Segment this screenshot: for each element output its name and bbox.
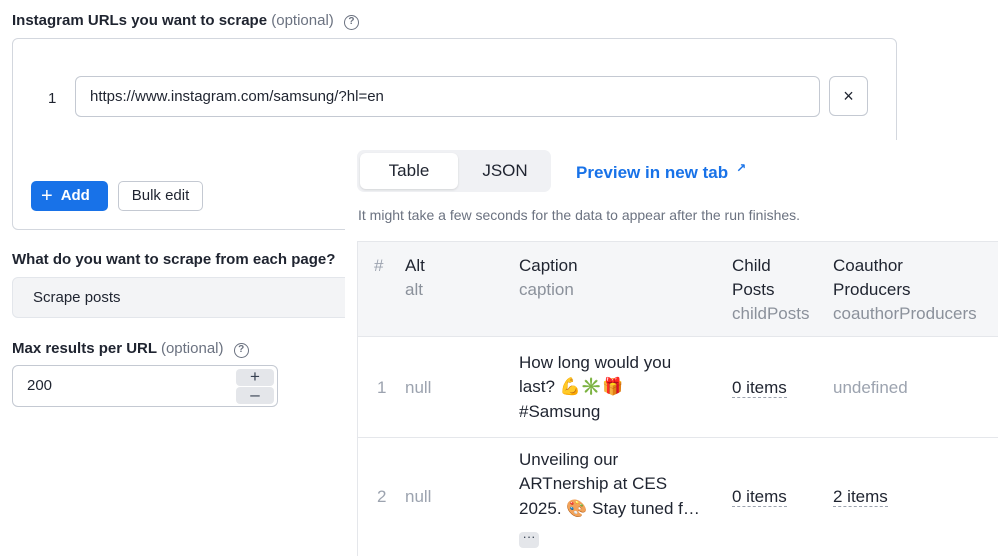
- caption-line: #Samsung: [519, 402, 601, 421]
- remove-url-button[interactable]: ×: [829, 76, 868, 116]
- tab-json[interactable]: JSON: [462, 153, 548, 189]
- column-key-child-posts: childPosts: [732, 304, 810, 323]
- column-header-number: #: [374, 256, 384, 275]
- preview-new-tab-link[interactable]: Preview in new tab ↗: [576, 161, 746, 183]
- add-url-button[interactable]: + Add: [31, 181, 108, 211]
- external-link-icon: ↗: [736, 161, 747, 175]
- decrement-button[interactable]: –: [236, 386, 274, 404]
- plus-icon: +: [41, 185, 53, 207]
- column-key-caption: caption: [519, 280, 574, 299]
- caption-line: 2025. 🎨 Stay tuned f…: [519, 499, 700, 518]
- results-table: # Alt alt Caption caption Child Posts ch…: [357, 241, 998, 556]
- row-number: 1: [377, 378, 387, 397]
- increment-button[interactable]: +: [236, 368, 274, 386]
- caption-line: Unveiling our: [519, 450, 619, 469]
- url-row-index: 1: [48, 90, 57, 107]
- caption-line: ARTnership at CES: [519, 474, 668, 493]
- child-posts-value[interactable]: 0 items: [732, 485, 787, 509]
- help-icon[interactable]: ?: [233, 343, 249, 358]
- column-header-coauthor-line2[interactable]: Producers: [833, 278, 910, 302]
- column-key-coauthor: coauthorProducers: [833, 304, 977, 323]
- column-header-child-posts-line1[interactable]: Child: [732, 254, 771, 278]
- optional-tag: (optional): [160, 340, 224, 357]
- optional-tag: (optional): [271, 12, 334, 29]
- column-header-alt[interactable]: Alt: [405, 254, 425, 278]
- scrape-type-label: What do you want to scrape from each pag…: [12, 251, 336, 268]
- output-panel: Table JSON Preview in new tab ↗ It might …: [345, 140, 998, 556]
- max-results-label: Max results per URL (optional) ?: [12, 340, 249, 358]
- column-key-alt: alt: [405, 280, 423, 299]
- caption-line: How long would you: [519, 353, 672, 372]
- scrape-type-select[interactable]: Scrape posts: [12, 277, 357, 318]
- row-number: 2: [377, 487, 387, 506]
- alt-value: null: [405, 487, 432, 506]
- coauthor-value[interactable]: 2 items: [833, 485, 888, 509]
- url-input[interactable]: https://www.instagram.com/samsung/?hl=en: [75, 76, 820, 117]
- alt-value: null: [405, 378, 432, 397]
- view-tabs: Table JSON: [357, 150, 551, 192]
- column-header-caption[interactable]: Caption: [519, 254, 578, 278]
- column-header-coauthor-line1[interactable]: Coauthor: [833, 254, 903, 278]
- table-header: # Alt alt Caption caption Child Posts ch…: [358, 242, 998, 337]
- help-icon[interactable]: ?: [343, 15, 359, 30]
- caption-line: last? 💪✳️🎁: [519, 377, 624, 396]
- run-hint: It might take a few seconds for the data…: [358, 207, 801, 223]
- show-more-button[interactable]: ···: [519, 524, 539, 548]
- urls-label: Instagram URLs you want to scrape (optio…: [12, 12, 359, 30]
- child-posts-value[interactable]: 0 items: [732, 376, 787, 400]
- column-header-child-posts-line2[interactable]: Posts: [732, 278, 775, 302]
- bulk-edit-button[interactable]: Bulk edit: [118, 181, 203, 211]
- coauthor-value: undefined: [833, 378, 908, 397]
- row-divider: [358, 437, 998, 438]
- tab-table[interactable]: Table: [360, 153, 458, 189]
